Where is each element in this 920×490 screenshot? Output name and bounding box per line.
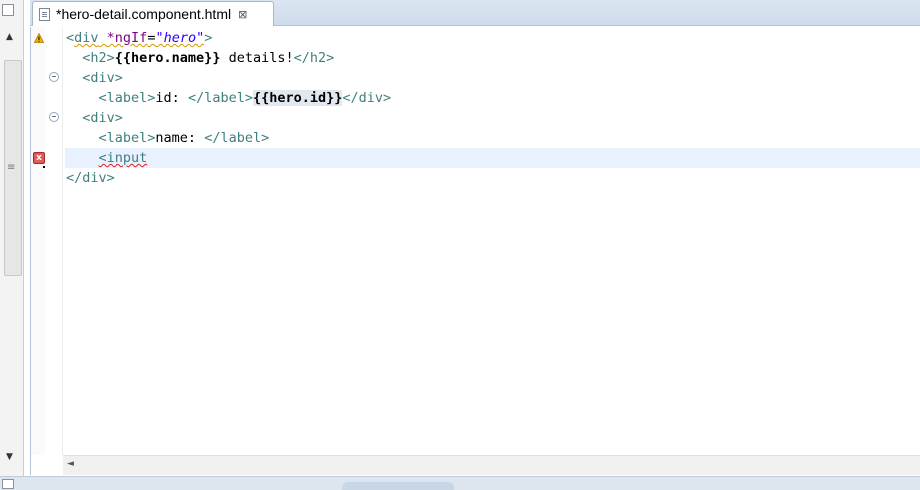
fold-toggle-icon[interactable] [49, 112, 59, 122]
fold-toggle-icon[interactable] [49, 72, 59, 82]
code-token: <h2> [82, 50, 115, 66]
code-line[interactable]: <div> [65, 68, 920, 88]
code-token: id: [155, 90, 188, 106]
tab-title: *hero-detail.component.html [56, 6, 232, 22]
code-line[interactable]: <div> [65, 108, 920, 128]
code-line[interactable]: </div> [65, 168, 920, 188]
warning-icon[interactable] [34, 33, 44, 43]
code-token: <input [98, 150, 148, 166]
bottom-tab-handle[interactable] [342, 482, 454, 490]
code-token: < [66, 30, 75, 46]
close-tab-icon[interactable]: ⊠ [238, 8, 247, 21]
scroll-up-arrow-icon[interactable]: ▲ [6, 32, 13, 42]
side-panel-strip: ▲ ≡ ▼ [0, 0, 24, 490]
code-line[interactable]: <label>name: </label> [65, 128, 920, 148]
code-token: *ngIf [106, 30, 148, 46]
code-token: </div> [66, 170, 115, 186]
annotation-ruler: x [31, 27, 51, 455]
html-file-icon [39, 7, 50, 21]
code-token: div [74, 30, 99, 46]
scroll-left-arrow-icon[interactable]: ◄ [67, 459, 74, 469]
code-line[interactable]: <input [65, 148, 920, 168]
code-token: <label> [98, 130, 156, 146]
folding-ruler [45, 27, 63, 455]
code-token: </label> [204, 130, 270, 146]
horizontal-scrollbar[interactable]: ◄ [63, 455, 920, 475]
scroll-down-arrow-icon[interactable]: ▼ [6, 452, 13, 462]
code-token: "hero" [155, 30, 205, 46]
code-token: <label> [98, 90, 156, 106]
code-token: <div> [82, 110, 123, 126]
code-token: {{hero.id}} [252, 90, 343, 106]
restore-view-button[interactable] [2, 4, 14, 16]
code-token: > [204, 30, 213, 46]
code-line[interactable]: <h2>{{hero.name}} details!</h2> [65, 48, 920, 68]
code-token: {{hero.name}} [114, 50, 221, 66]
bottom-panel-strip [0, 476, 920, 490]
code-area[interactable]: <div *ngIf="hero"> <h2>{{hero.name}} det… [65, 27, 920, 455]
code-token: name: [155, 130, 205, 146]
code-token: details! [220, 50, 294, 66]
editor-tab-bar: *hero-detail.component.html ⊠ [30, 0, 920, 26]
code-line[interactable]: <label>id: </label>{{hero.id}}</div> [65, 88, 920, 108]
code-token: </h2> [293, 50, 335, 66]
code-line[interactable]: <div *ngIf="hero"> [65, 28, 920, 48]
scrollbar-grip-icon: ≡ [7, 162, 16, 173]
code-token: <div> [82, 70, 123, 86]
error-icon[interactable]: x [33, 152, 51, 168]
code-token: </label> [187, 90, 253, 106]
tab-hero-detail-component[interactable]: *hero-detail.component.html ⊠ [32, 1, 274, 26]
restore-bottom-view-button[interactable] [2, 479, 14, 489]
code-editor: x <div *ngIf="hero"> <h2>{{hero.name}} d… [30, 27, 920, 475]
code-token: </div> [342, 90, 392, 106]
